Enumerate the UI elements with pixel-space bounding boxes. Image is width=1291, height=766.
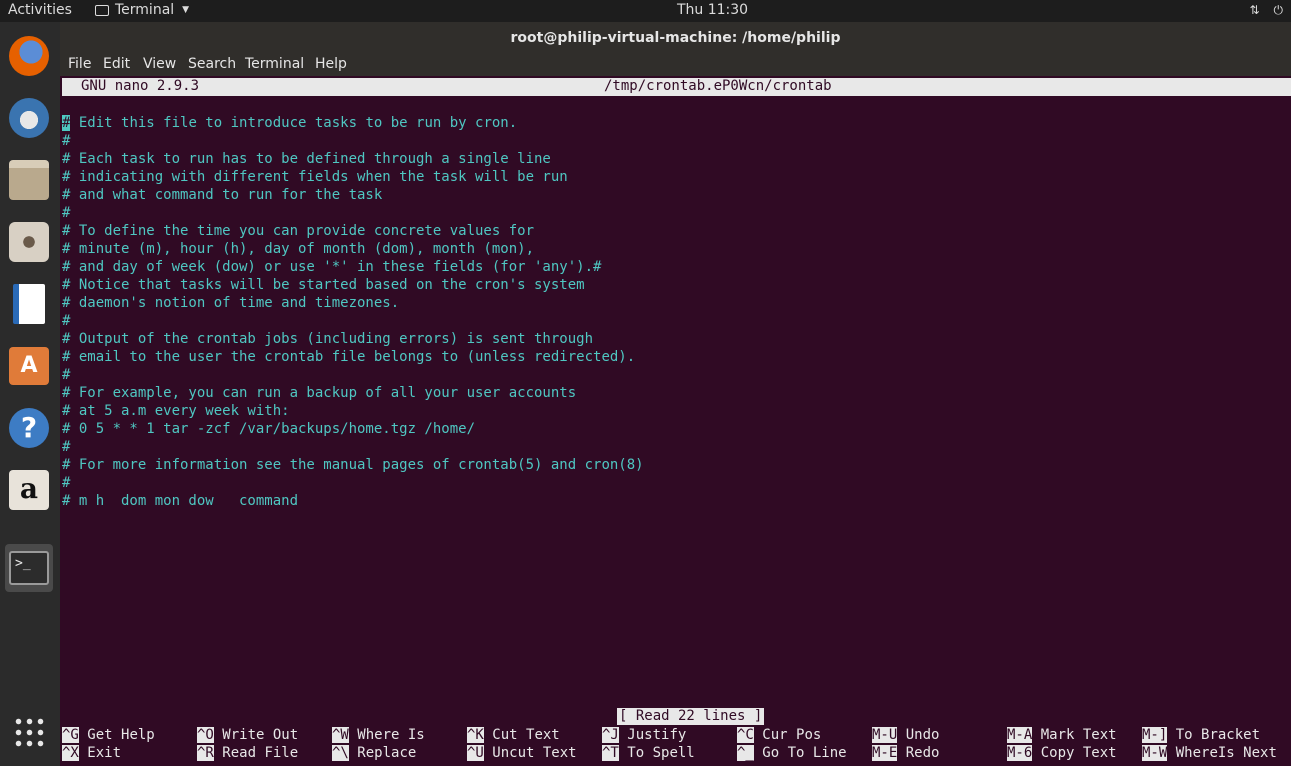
editor-line[interactable]: # minute (m), hour (h), day of month (do…	[62, 240, 534, 258]
clock[interactable]: Thu 11:30	[0, 2, 1291, 18]
editor-line[interactable]: # at 5 a.m every week with:	[62, 402, 290, 420]
editor-line[interactable]: #	[62, 438, 70, 456]
shortcut-to-spell[interactable]: ^T To Spell	[602, 744, 695, 762]
editor-line[interactable]: # Output of the crontab jobs (including …	[62, 330, 593, 348]
shortcut-where-is[interactable]: ^W Where Is	[332, 726, 425, 744]
editor-line[interactable]: # and day of week (dow) or use '*' in th…	[62, 258, 601, 276]
window-title: root@philip-virtual-machine: /home/phili…	[60, 22, 1291, 54]
editor-line[interactable]: # For more information see the manual pa…	[62, 456, 644, 474]
shortcut-go-to-line[interactable]: ^_ Go To Line	[737, 744, 847, 762]
shortcut-uncut-text[interactable]: ^U Uncut Text	[467, 744, 577, 762]
dock-writer[interactable]	[5, 280, 53, 328]
shortcut-redo[interactable]: M-E Redo	[872, 744, 939, 762]
dock-terminal[interactable]: >_	[5, 544, 53, 592]
shortcut-exit[interactable]: ^X Exit	[62, 744, 121, 762]
menu-bar: File Edit View Search Terminal Help	[60, 54, 1291, 76]
dock-software-center[interactable]: A	[5, 342, 53, 390]
dock-thunderbird[interactable]	[5, 94, 53, 142]
dock: A ? a >_	[0, 22, 60, 766]
shortcut-copy-text[interactable]: M-6 Copy Text	[1007, 744, 1117, 762]
editor-line[interactable]: # 0 5 * * 1 tar -zcf /var/backups/home.t…	[62, 420, 475, 438]
dock-files[interactable]	[5, 156, 53, 204]
menu-terminal[interactable]: Terminal	[245, 56, 304, 72]
network-icon: ⇅	[1249, 3, 1260, 17]
grid-icon	[13, 716, 45, 748]
shortcut-read-file[interactable]: ^R Read File	[197, 744, 298, 762]
dock-rhythmbox[interactable]	[5, 218, 53, 266]
shortcut-mark-text[interactable]: M-A Mark Text	[1007, 726, 1117, 744]
power-icon: ⏻	[1273, 3, 1284, 17]
editor-line[interactable]: # To define the time you can provide con…	[62, 222, 534, 240]
shortcut-cut-text[interactable]: ^K Cut Text	[467, 726, 560, 744]
dock-amazon[interactable]: a	[5, 466, 53, 514]
editor-line[interactable]: #	[62, 132, 70, 150]
editor-line[interactable]: # email to the user the crontab file bel…	[62, 348, 635, 366]
terminal-icon: >_	[9, 551, 49, 585]
editor-line[interactable]: # m h dom mon dow command	[62, 492, 298, 510]
shortcut-get-help[interactable]: ^G Get Help	[62, 726, 155, 744]
shortcut-cur-pos[interactable]: ^C Cur Pos	[737, 726, 821, 744]
editor-line[interactable]: # and what command to run for the task	[62, 186, 382, 204]
shortcut-justify[interactable]: ^J Justify	[602, 726, 686, 744]
firefox-icon	[9, 36, 49, 76]
system-tray[interactable]: ⇅ ⏻	[1249, 3, 1283, 18]
menu-edit[interactable]: Edit	[103, 56, 130, 72]
menu-view[interactable]: View	[143, 56, 176, 72]
dock-firefox[interactable]	[5, 32, 53, 80]
software-center-icon: A	[9, 347, 49, 385]
editor-line[interactable]: # Each task to run has to be defined thr…	[62, 150, 551, 168]
dock-help[interactable]: ?	[5, 404, 53, 452]
shortcut-whereis-next[interactable]: M-W WhereIs Next	[1142, 744, 1277, 762]
rhythmbox-icon	[9, 222, 49, 262]
files-icon	[9, 160, 49, 200]
help-icon: ?	[9, 408, 49, 448]
editor-line[interactable]: # Notice that tasks will be started base…	[62, 276, 585, 294]
shortcut-to-bracket[interactable]: M-] To Bracket	[1142, 726, 1260, 744]
menu-help[interactable]: Help	[315, 56, 347, 72]
terminal-content[interactable]: GNU nano 2.9.3 /tmp/crontab.eP0Wcn/cront…	[62, 78, 1291, 766]
editor-line[interactable]: #	[62, 366, 70, 384]
editor-line[interactable]: # daemon's notion of time and timezones.	[62, 294, 399, 312]
editor-line[interactable]: #	[62, 204, 70, 222]
top-bar: Activities Terminal ▼ Thu 11:30 ⇅ ⏻	[0, 0, 1291, 22]
editor-line[interactable]: # Edit this file to introduce tasks to b…	[62, 114, 517, 132]
amazon-icon: a	[9, 470, 49, 510]
editor-line[interactable]: # For example, you can run a backup of a…	[62, 384, 576, 402]
editor-line[interactable]: #	[62, 474, 70, 492]
nano-filename: /tmp/crontab.eP0Wcn/crontab	[604, 78, 832, 94]
editor-line[interactable]: # indicating with different fields when …	[62, 168, 568, 186]
nano-version: GNU nano 2.9.3	[81, 78, 200, 94]
menu-file[interactable]: File	[68, 56, 91, 72]
writer-icon	[13, 284, 45, 324]
nano-header: GNU nano 2.9.3 /tmp/crontab.eP0Wcn/cront…	[62, 78, 1291, 96]
show-applications-button[interactable]	[5, 708, 53, 756]
menu-search[interactable]: Search	[188, 56, 236, 72]
shortcut-replace[interactable]: ^\ Replace	[332, 744, 416, 762]
editor-line[interactable]: #	[62, 312, 70, 330]
status-message: [ Read 22 lines ]	[617, 708, 765, 725]
shortcut-undo[interactable]: M-U Undo	[872, 726, 939, 744]
shortcut-write-out[interactable]: ^O Write Out	[197, 726, 298, 744]
thunderbird-icon	[9, 98, 49, 138]
